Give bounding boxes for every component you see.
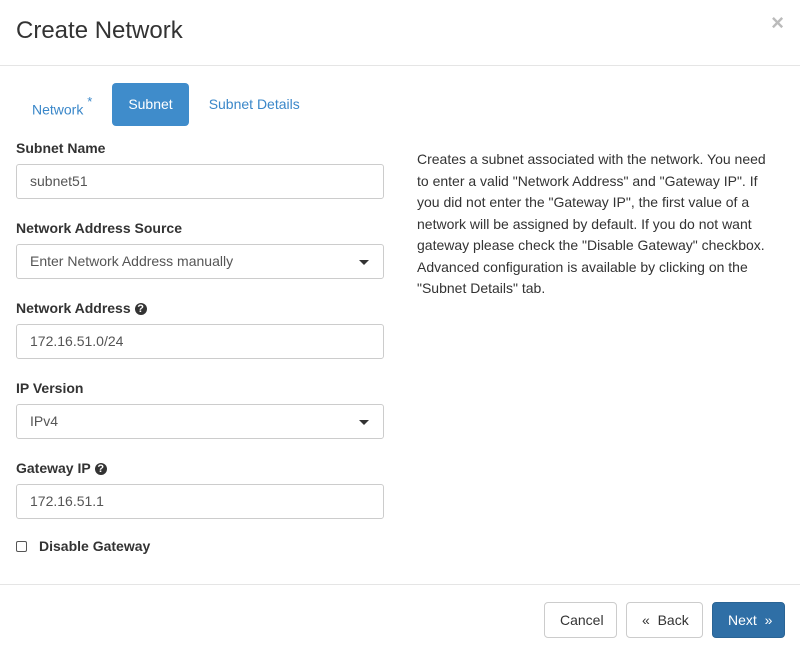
address-source-value: Enter Network Address manually [30,253,234,269]
caret-down-icon [359,420,369,425]
ip-version-value: IPv4 [30,413,59,429]
subnet-name-input[interactable]: subnet51 [16,164,384,199]
back-button[interactable]: « Back [626,602,703,638]
subnet-name-label: Subnet Name [16,140,106,156]
help-icon[interactable]: ? [94,463,107,475]
dialog-title: Create Network [16,17,183,44]
next-button[interactable]: Next » [712,602,785,638]
network-address-label: Network Address? [16,300,384,316]
address-source-label: Network Address Source [16,220,182,236]
ip-version-select[interactable]: IPv4 [16,404,384,439]
network-address-label-text: Network Address [16,300,131,316]
ip-version-label: IP Version [16,380,84,396]
help-icon[interactable]: ? [134,303,147,315]
subnet-form: Subnet Name subnet51 Network Address Sou… [16,140,384,554]
disable-gateway-row[interactable]: Disable Gateway [16,538,384,554]
tab-bar: Network * Subnet Subnet Details [16,83,316,126]
help-description: Creates a subnet associated with the net… [417,151,766,296]
close-icon[interactable]: × [771,10,784,36]
dialog-footer: Cancel « Back Next » [0,584,800,652]
dialog-header: Create Network × [0,0,800,66]
network-address-input[interactable]: 172.16.51.0/24 [16,324,384,359]
caret-down-icon [359,260,369,265]
cancel-button[interactable]: Cancel [544,602,617,638]
tab-network[interactable]: Network * [16,83,108,126]
tab-label: Network [32,101,84,118]
gateway-ip-label-text: Gateway IP [16,460,91,476]
disable-gateway-checkbox[interactable] [16,540,27,552]
required-asterisk: * [87,94,93,109]
tab-subnet-details[interactable]: Subnet Details [193,83,316,126]
disable-gateway-label: Disable Gateway [39,538,151,554]
address-source-select[interactable]: Enter Network Address manually [16,244,384,279]
tab-subnet[interactable]: Subnet [112,83,189,126]
gateway-ip-label: Gateway IP? [16,460,384,476]
gateway-ip-input[interactable]: 172.16.51.1 [16,484,384,519]
